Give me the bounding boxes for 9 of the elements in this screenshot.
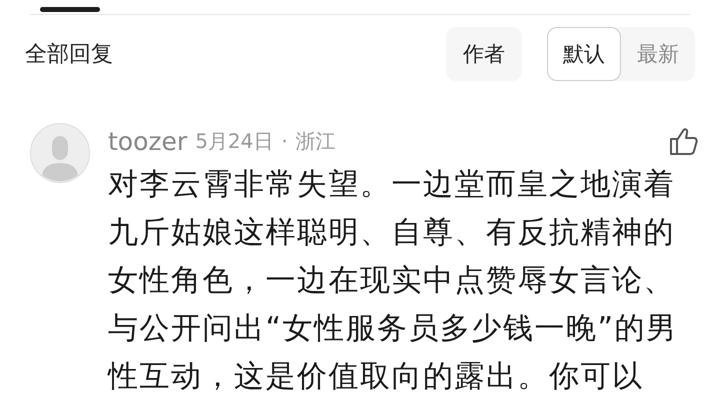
tab-indicator bbox=[40, 7, 100, 12]
location: 浙江 bbox=[296, 128, 336, 154]
username[interactable]: toozer bbox=[108, 126, 188, 156]
sort-tab[interactable]: 默认 bbox=[547, 27, 621, 81]
separator-dot: · bbox=[281, 129, 288, 153]
section-title: 全部回复 bbox=[25, 41, 114, 69]
comment-date: 5月24日 bbox=[195, 128, 274, 154]
comment-text: 对李云霄非常失望。一边堂而皇之地演着九斤姑娘这样聪明、自尊、有反抗精神的女性角色，一边在现实中点赞辱女言论、与公开问出“女性服务员多少钱一晚”的男性互动，这是价值取向的露出。你可以 bbox=[108, 166, 679, 396]
filter-button[interactable]: 作者 bbox=[446, 27, 522, 81]
